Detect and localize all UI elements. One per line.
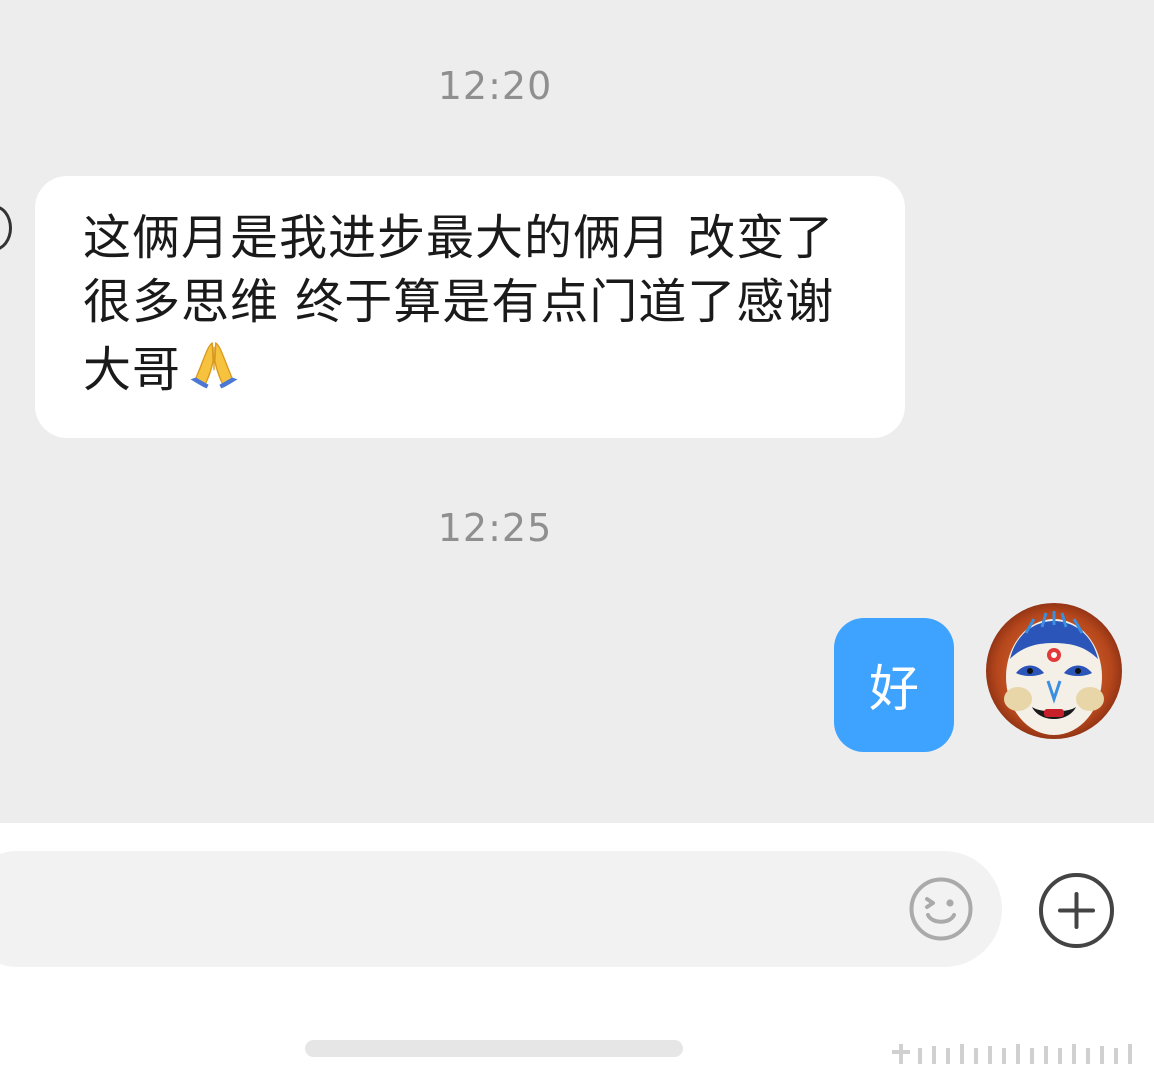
peer-avatar[interactable] [0, 205, 12, 251]
timestamp: 12:25 [437, 506, 553, 550]
message-input[interactable] [0, 851, 1002, 967]
outgoing-message-bubble[interactable]: 好 [834, 618, 954, 752]
watermark [892, 1044, 1132, 1064]
input-bar [0, 823, 1154, 1077]
chat-area[interactable]: 12:20 这俩月是我进步最大的俩月 改变了很多思维 终于算是有点门道了感谢大哥… [0, 0, 1154, 823]
incoming-message-text: 这俩月是我进步最大的俩月 改变了很多思维 终于算是有点门道了感谢大哥 [83, 206, 861, 402]
smiley-icon[interactable] [908, 876, 974, 942]
incoming-message-bubble[interactable]: 这俩月是我进步最大的俩月 改变了很多思维 终于算是有点门道了感谢大哥 [35, 176, 905, 438]
self-avatar[interactable] [986, 603, 1122, 739]
home-indicator[interactable] [305, 1040, 683, 1057]
timestamp: 12:20 [437, 64, 553, 108]
opera-mask-avatar-image [986, 603, 1122, 739]
plus-circle-icon[interactable] [1038, 872, 1115, 949]
folded-hands-icon [190, 341, 238, 389]
outgoing-message-text: 好 [869, 660, 919, 718]
